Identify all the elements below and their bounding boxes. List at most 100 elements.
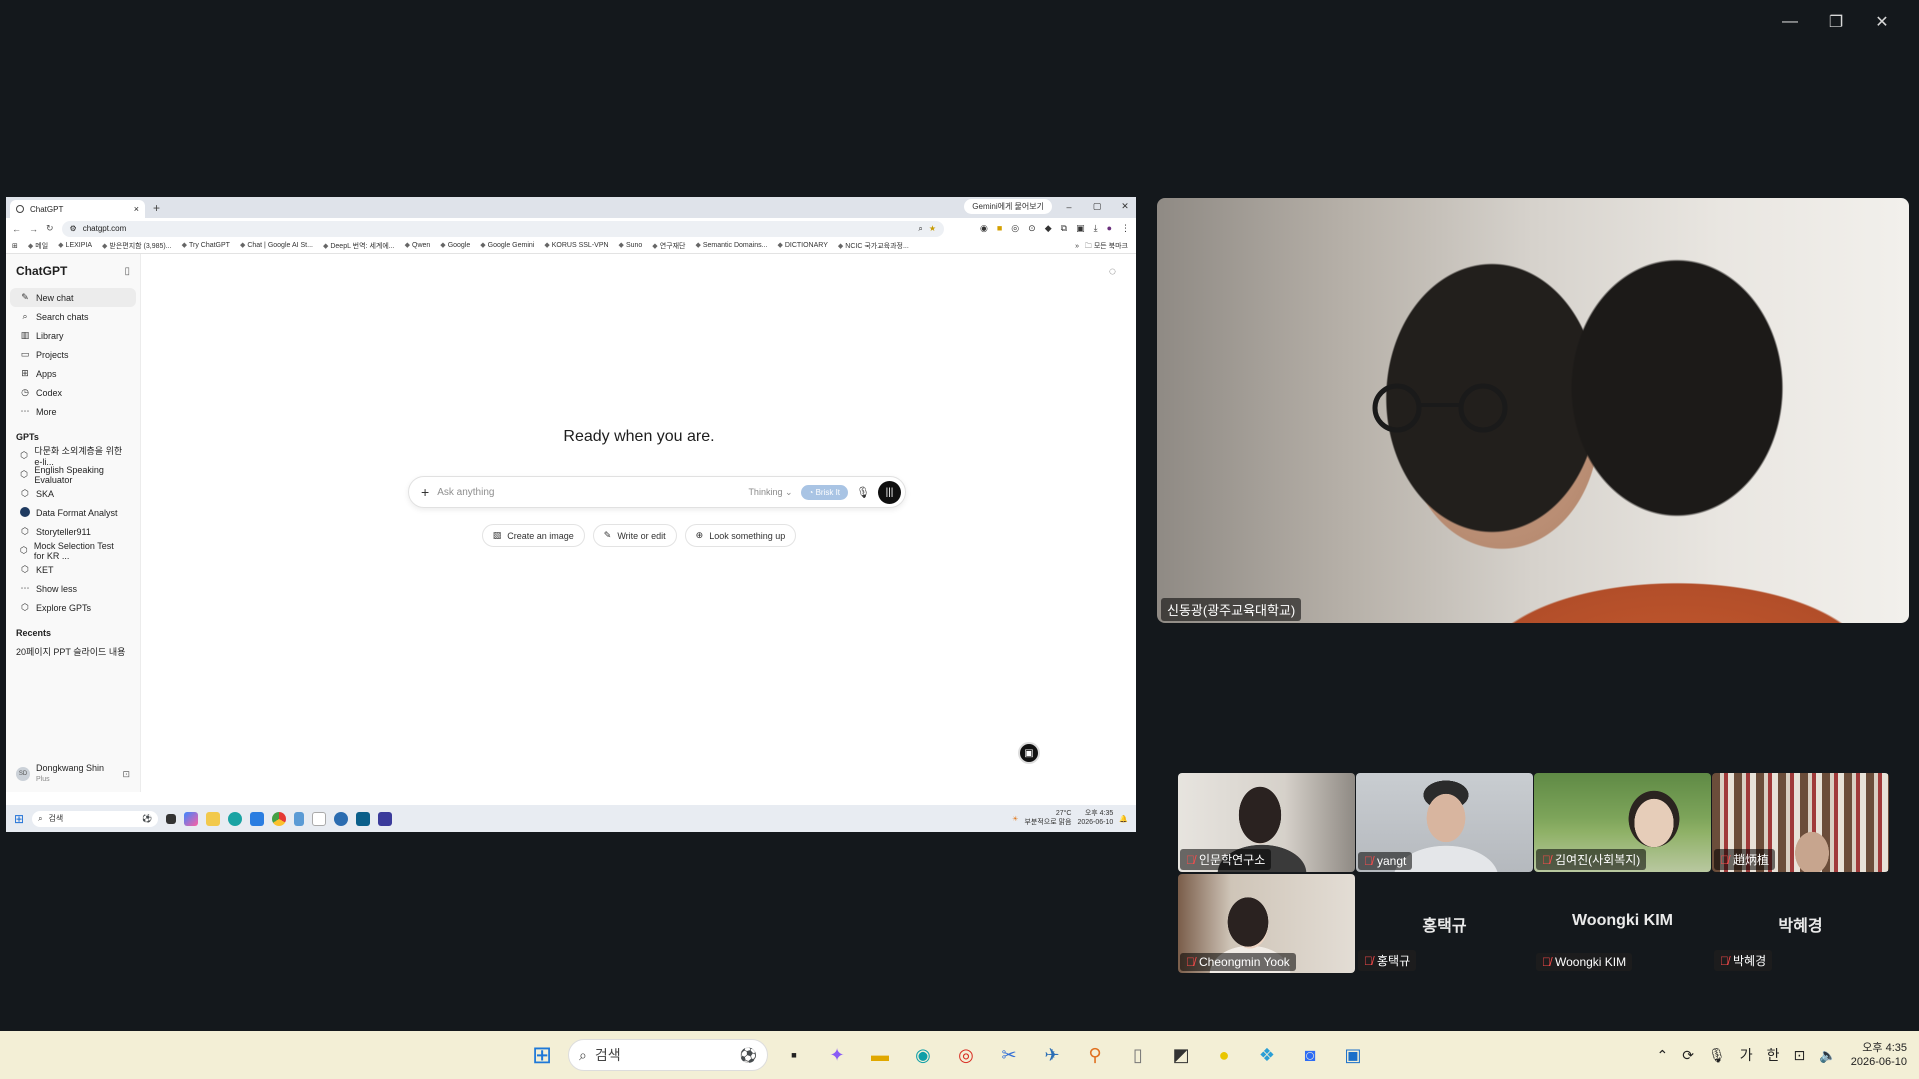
snipping-icon[interactable] [294,811,305,826]
participant-tile[interactable]: 박혜경 🎙̸ 박혜경 [1712,874,1889,973]
task-view-icon[interactable]: ▪ [777,1038,811,1072]
document-icon[interactable]: ▯ [1121,1038,1155,1072]
gpt-item[interactable]: ⬡ English Speaking Evaluator [10,465,136,485]
chip-look-up[interactable]: ⊕ Look something up [684,524,797,547]
extension-icon[interactable]: ■ [997,223,1002,234]
app-icon[interactable] [334,811,349,826]
microphone-icon[interactable]: 🎙 [856,486,870,499]
gpt-item[interactable]: ⬡ KET [10,560,136,579]
snipping-tool-icon[interactable]: ✂ [992,1038,1026,1072]
microphone-icon[interactable]: 🎙 [1708,1047,1726,1064]
shared-taskbar-search[interactable]: ⌕ 검색 ⚽ [32,810,159,827]
taskbar-search[interactable]: ⌕ 검색 ⚽ [568,1039,768,1071]
bookmark-item[interactable]: ◆ Suno [619,241,643,251]
volume-icon[interactable]: 🔈 [1819,1047,1836,1064]
bookmark-item[interactable]: ◆ 메일 [28,241,48,251]
add-attachment-icon[interactable]: + [421,484,429,500]
sidebar-item-codex[interactable]: ◷ Codex [10,383,136,402]
close-sidebar-icon[interactable]: ▯ [124,266,130,277]
taskview-icon[interactable] [166,813,177,824]
composer[interactable]: + Ask anything Thinking ⌄ ◔ Brisk It 🎙 |… [408,476,906,508]
sync-icon[interactable]: ⟳ [1682,1047,1694,1064]
sidebar-item-new-chat[interactable]: ✎ New chat [10,288,136,307]
participant-tile[interactable]: 🎙̸ 김여진(사회복지) [1534,773,1711,872]
edge-icon[interactable] [228,811,243,826]
gpt-item[interactable]: ⬡ Storyteller911 [10,522,136,541]
system-clock[interactable]: 오후 4:35 2026-06-10 [1851,1041,1907,1070]
gpt-item[interactable]: ⬡ Mock Selection Test for KR ... [10,541,136,561]
extension-icon[interactable]: ◆ [1045,223,1052,234]
temporary-chat-icon[interactable]: ◌ [1109,264,1116,278]
gpt-item[interactable]: Data Format Analyst [10,503,136,522]
browser-restore-icon[interactable]: ▢ [1086,201,1108,212]
windows-start-icon[interactable]: ⊞ [525,1038,559,1072]
weather-icon[interactable]: ☀ [1012,815,1018,823]
bookmark-item[interactable]: ◆ DICTIONARY [777,241,827,251]
user-profile[interactable]: SD Dongkwang Shin Plus ⊡ [12,760,134,788]
active-speaker-video[interactable]: 신동광(광주교육대학교) [1157,198,1909,623]
photos-icon[interactable]: ❖ [1250,1038,1284,1072]
network-icon[interactable]: ⊡ [1794,1047,1806,1064]
forward-icon[interactable]: → [29,224,38,234]
bookmark-item[interactable]: ◆ Chat | Google AI St... [240,241,313,251]
extension-icon[interactable]: ◉ [980,223,988,234]
document-icon[interactable] [312,811,327,826]
sidebar-item-search-chats[interactable]: ⌕ Search chats [10,307,136,326]
bookmark-item[interactable]: ◆ DeepL 번역: 세계에... [323,241,395,251]
bookmarks-more-icon[interactable]: » [1075,243,1079,250]
show-less-button[interactable]: ⋯ Show less [10,579,136,598]
sidepanel-icon[interactable]: ▣ [1076,223,1085,234]
ime-hangul[interactable]: 가 [1740,1045,1753,1065]
file-explorer-icon[interactable]: ▬ [863,1038,897,1072]
gift-icon[interactable]: ⊡ [122,769,130,780]
bookmark-item[interactable]: ◆ 받은편지함 (3,985)... [102,241,172,251]
extensions-puzzle-icon[interactable]: ⧉ [1061,223,1067,234]
zoom-icon[interactable]: ⌕ [918,224,922,234]
bookmark-star-icon[interactable]: ★ [929,224,936,233]
participant-tile[interactable]: 🎙̸ yangt [1356,773,1533,872]
notification-icon[interactable]: 🔔 [1119,815,1128,823]
bookmark-item[interactable]: ◆ 연구재단 [652,241,685,251]
all-bookmarks-folder[interactable]: » 🗀 모든 북마크 [1069,241,1128,253]
ime-language[interactable]: 한 [1767,1045,1780,1065]
gpt-item[interactable]: ⬡ 다문화 소외계층을 위한 e-li... [10,446,136,467]
brisk-it-button[interactable]: ◔ Brisk It [800,484,849,500]
app-icon[interactable] [378,811,393,826]
sidebar-item-apps[interactable]: ⊞ Apps [10,364,136,383]
sidebar-item-projects[interactable]: ▭ Projects [10,345,136,364]
minimize-icon[interactable]: — [1767,6,1813,38]
composer-input[interactable]: Ask anything [437,487,740,498]
kakaotalk-icon[interactable]: ● [1207,1038,1241,1072]
copilot-icon[interactable]: ✦ [820,1038,854,1072]
voice-mode-icon[interactable]: ||| [878,480,901,504]
zoom-icon[interactable]: ◙ [1293,1038,1327,1072]
participant-tile[interactable]: 🎙̸ 趙炳植 [1712,773,1889,872]
bookmark-item[interactable]: ◆ Google [440,241,470,251]
search-app-icon[interactable]: ⚲ [1078,1038,1112,1072]
participant-tile[interactable]: Woongki KIM 🎙̸ Woongki KIM [1534,874,1711,973]
gpt-item[interactable]: ⬡ SKA [10,484,136,503]
chip-write-edit[interactable]: ✎ Write or edit [592,524,677,547]
chip-create-image[interactable]: ▧ Create an image [481,524,585,547]
app-icon[interactable]: ✈ [1035,1038,1069,1072]
chevron-up-icon[interactable]: ⌃ [1657,1047,1669,1064]
new-tab-button[interactable]: + [153,201,160,215]
back-icon[interactable]: ← [12,224,21,234]
restore-icon[interactable]: ❐ [1813,6,1859,38]
sticky-notes-icon[interactable]: ◩ [1164,1038,1198,1072]
extension-icon[interactable]: ⊙ [1028,223,1036,234]
extension-icon[interactable]: ◎ [1011,223,1019,234]
bookmark-item[interactable]: ◆ KORUS SSL-VPN [544,241,608,251]
chrome-icon[interactable] [272,811,287,826]
sidebar-item-library[interactable]: ▥ Library [10,326,136,345]
copilot-icon[interactable] [184,811,199,826]
browser-tab[interactable]: ChatGPT × [10,200,145,218]
profile-avatar-icon[interactable]: ● [1107,223,1112,234]
app-icon[interactable] [356,811,371,826]
url-field[interactable]: ⚙ chatgpt.com ⌕ ★ [61,220,944,237]
participant-tile[interactable]: 🎙̸ Cheongmin Yook [1178,874,1355,973]
bookmark-item[interactable]: ◆ NCIC 국가교육과정... [838,241,909,251]
windows-start-icon[interactable]: ⊞ [14,812,24,826]
browser-close-icon[interactable]: ✕ [1114,201,1136,212]
browser-minimize-icon[interactable]: – [1058,202,1080,212]
